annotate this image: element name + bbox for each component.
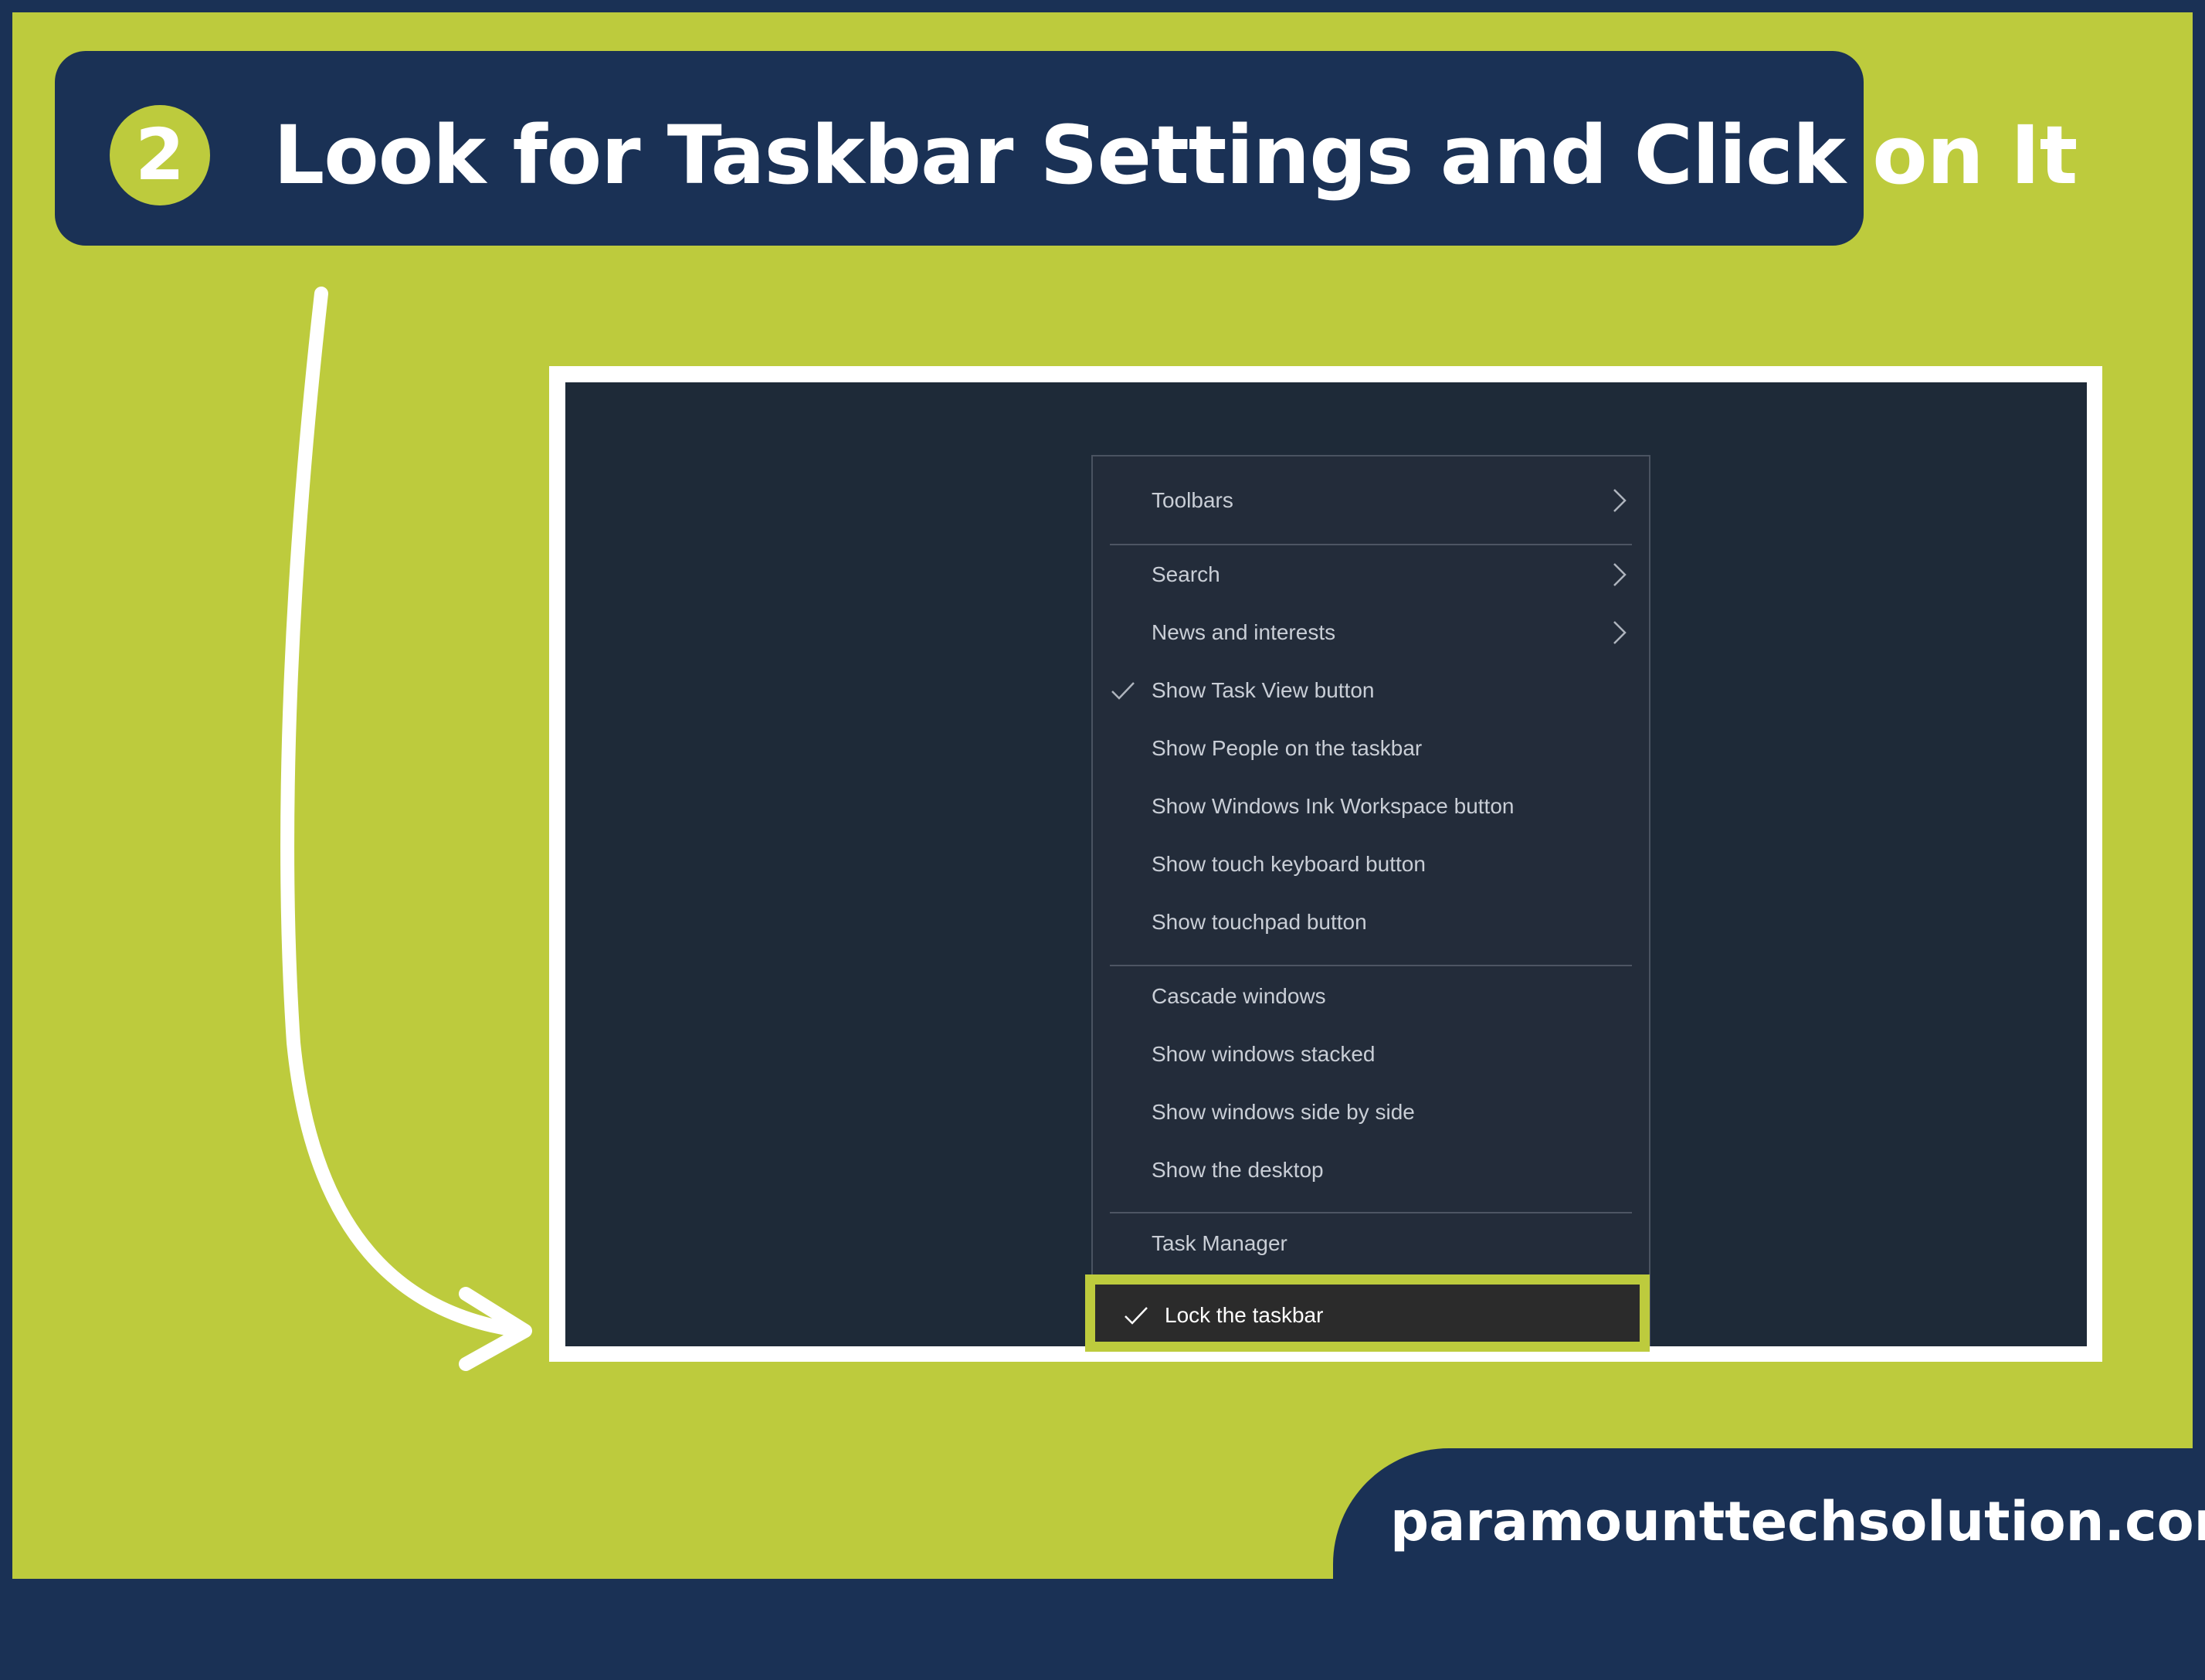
highlight-box	[1085, 1274, 1650, 1352]
menu-item-show-touch-keyboard[interactable]: Show touch keyboard button	[1093, 836, 1649, 893]
menu-separator	[1110, 544, 1632, 545]
menu-item-show-windows-stacked[interactable]: Show windows stacked	[1093, 1026, 1649, 1083]
menu-item-label: Task Manager	[1152, 1231, 1287, 1255]
menu-item-label: Show touch keyboard button	[1152, 852, 1426, 876]
menu-item-show-windows-side-by-side[interactable]: Show windows side by side	[1093, 1084, 1649, 1141]
menu-item-show-people[interactable]: Show People on the taskbar	[1093, 720, 1649, 777]
checkmark-icon	[1111, 682, 1135, 700]
menu-item-show-task-view-button[interactable]: Show Task View button	[1093, 662, 1649, 719]
menu-separator	[1110, 965, 1632, 966]
chevron-right-icon	[1613, 621, 1627, 644]
menu-item-label: Cascade windows	[1152, 984, 1326, 1008]
menu-item-label: Search	[1152, 562, 1220, 586]
menu-item-search[interactable]: Search	[1093, 546, 1649, 603]
menu-item-label: Toolbars	[1152, 488, 1233, 512]
chevron-right-icon	[1613, 489, 1627, 512]
menu-item-label: Show Task View button	[1152, 678, 1375, 702]
menu-item-news-and-interests[interactable]: News and interests	[1093, 604, 1649, 661]
taskbar-context-menu: Toolbars Search News and interests Show …	[1091, 455, 1650, 1346]
menu-item-label: Show touchpad button	[1152, 910, 1367, 934]
menu-item-label: News and interests	[1152, 620, 1336, 644]
menu-separator	[1110, 1212, 1632, 1213]
chevron-right-icon	[1613, 563, 1627, 586]
website-url: paramounttechsolution.com	[1390, 1490, 2205, 1553]
menu-item-label: Show windows stacked	[1152, 1042, 1376, 1066]
menu-item-label: Show People on the taskbar	[1152, 736, 1423, 760]
menu-item-label: Show Windows Ink Workspace button	[1152, 794, 1515, 818]
menu-item-show-touchpad[interactable]: Show touchpad button	[1093, 894, 1649, 951]
desktop-screen: Toolbars Search News and interests Show …	[565, 382, 2087, 1346]
menu-item-show-desktop[interactable]: Show the desktop	[1093, 1142, 1649, 1199]
menu-item-label: Show the desktop	[1152, 1158, 1324, 1182]
menu-item-label: Show windows side by side	[1152, 1100, 1415, 1124]
menu-item-show-ink-workspace[interactable]: Show Windows Ink Workspace button	[1093, 778, 1649, 835]
menu-item-toolbars[interactable]: Toolbars	[1093, 472, 1649, 529]
menu-item-task-manager[interactable]: Task Manager	[1093, 1215, 1649, 1272]
menu-item-cascade-windows[interactable]: Cascade windows	[1093, 968, 1649, 1025]
footer-tab	[1333, 1448, 2205, 1680]
